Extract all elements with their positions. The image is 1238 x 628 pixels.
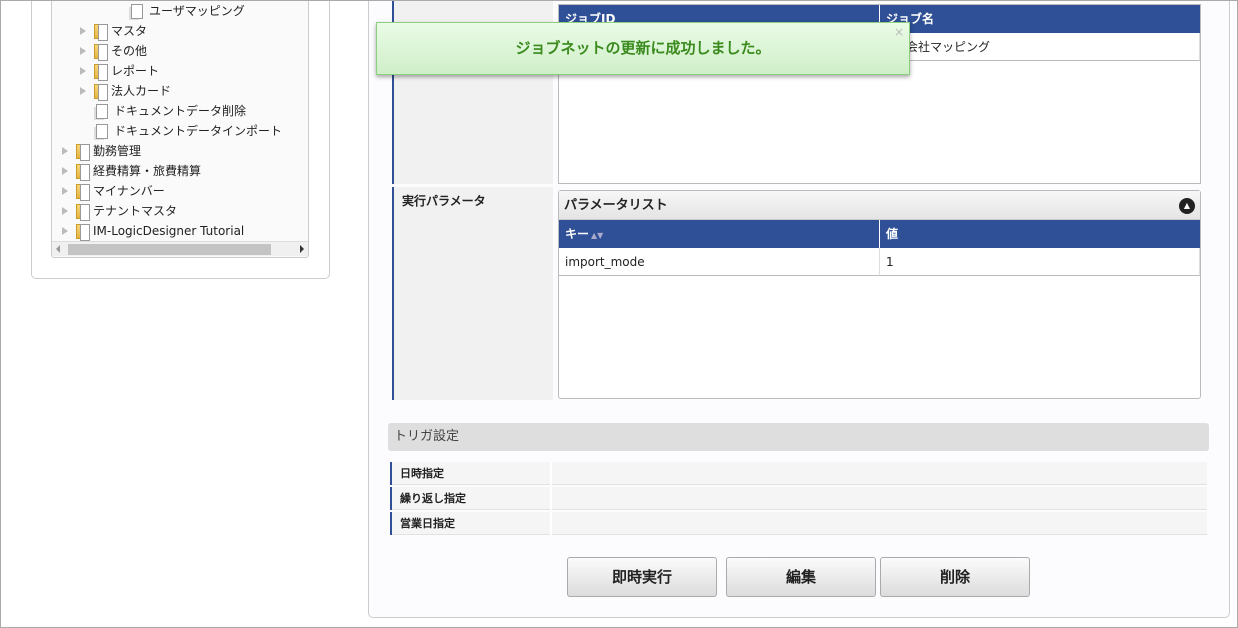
tree-item[interactable]: テナントマスタ	[62, 201, 177, 221]
folder-icon	[94, 63, 108, 81]
collapse-icon[interactable]: ▲	[1179, 198, 1195, 214]
job-name-cell: ・会社マッピング	[880, 33, 1200, 61]
tree-item[interactable]: ドキュメントデータ削除	[96, 101, 246, 121]
expand-icon[interactable]	[62, 227, 68, 235]
expand-icon[interactable]	[62, 167, 68, 175]
scroll-right-icon[interactable]	[300, 245, 304, 253]
trigger-row-label: 営業日指定	[390, 512, 552, 535]
trigger-row-label: 繰り返し指定	[390, 487, 552, 510]
success-toast: ジョブネットの更新に成功しました。 ×	[376, 22, 910, 75]
document-icon	[131, 3, 143, 19]
param-key-cell: import_mode	[559, 248, 880, 276]
delete-button[interactable]: 削除	[880, 557, 1030, 597]
tree-item[interactable]: その他	[80, 41, 147, 61]
close-icon[interactable]: ×	[894, 7, 904, 58]
column-header-key[interactable]: キー ▲▼	[559, 220, 880, 248]
tree-item[interactable]: 法人カード	[80, 81, 171, 101]
trigger-row: 営業日指定	[390, 512, 1207, 535]
trigger-row: 繰り返し指定	[390, 487, 1207, 510]
folder-icon	[76, 183, 90, 201]
toast-message: ジョブネットの更新に成功しました。	[515, 39, 771, 57]
folder-icon	[94, 83, 108, 101]
tree-item[interactable]: 経費精算・旅費精算	[62, 161, 201, 181]
column-header-job-name[interactable]: ジョブ名	[880, 5, 1200, 33]
tree-item[interactable]: マスタ	[80, 21, 147, 41]
trigger-section-header: トリガ設定	[388, 423, 1209, 451]
trigger-row-label: 日時指定	[390, 462, 552, 485]
tree-item[interactable]: ドキュメントデータインポート	[96, 121, 282, 141]
horizontal-scrollbar[interactable]	[52, 241, 308, 256]
document-icon	[96, 123, 108, 139]
trigger-row: 日時指定	[390, 462, 1207, 485]
sort-icon[interactable]: ▲▼	[591, 231, 603, 240]
tree-item[interactable]: マイナンバー	[62, 181, 165, 201]
run-now-button[interactable]: 即時実行	[567, 557, 717, 597]
expand-icon[interactable]	[80, 47, 86, 55]
folder-icon	[94, 43, 108, 61]
tree-item[interactable]: 勤務管理	[62, 141, 141, 161]
tree-item[interactable]: IM-LogicDesigner Tutorial	[62, 221, 244, 241]
params-label: 実行パラメータ	[392, 187, 553, 400]
scroll-left-icon[interactable]	[56, 245, 60, 253]
scroll-thumb[interactable]	[68, 244, 271, 255]
params-panel: パラメータリスト ▲ キー ▲▼ 値 import_mode 1	[558, 190, 1201, 399]
expand-icon[interactable]	[62, 147, 68, 155]
param-value-cell: 1	[880, 248, 1200, 276]
tree-item[interactable]: レポート	[80, 61, 159, 81]
tree-item[interactable]: ユーザマッピング	[131, 1, 245, 21]
expand-icon[interactable]	[80, 27, 86, 35]
folder-icon	[76, 223, 90, 241]
document-icon	[96, 103, 108, 119]
expand-icon[interactable]	[62, 207, 68, 215]
key-header-label: キー	[565, 227, 590, 241]
folder-icon	[76, 163, 90, 181]
expand-icon[interactable]	[80, 87, 86, 95]
job-tree: ユーザマッピング マスタ その他 レポート 法人カード ドキュメントデータ削除 …	[51, 0, 309, 258]
params-panel-title: パラメータリスト	[559, 191, 1200, 220]
column-header-value[interactable]: 値	[880, 220, 1200, 248]
folder-icon	[76, 203, 90, 221]
expand-icon[interactable]	[80, 67, 86, 75]
folder-icon	[94, 23, 108, 41]
expand-icon[interactable]	[62, 187, 68, 195]
folder-icon	[76, 143, 90, 161]
edit-button[interactable]: 編集	[726, 557, 876, 597]
